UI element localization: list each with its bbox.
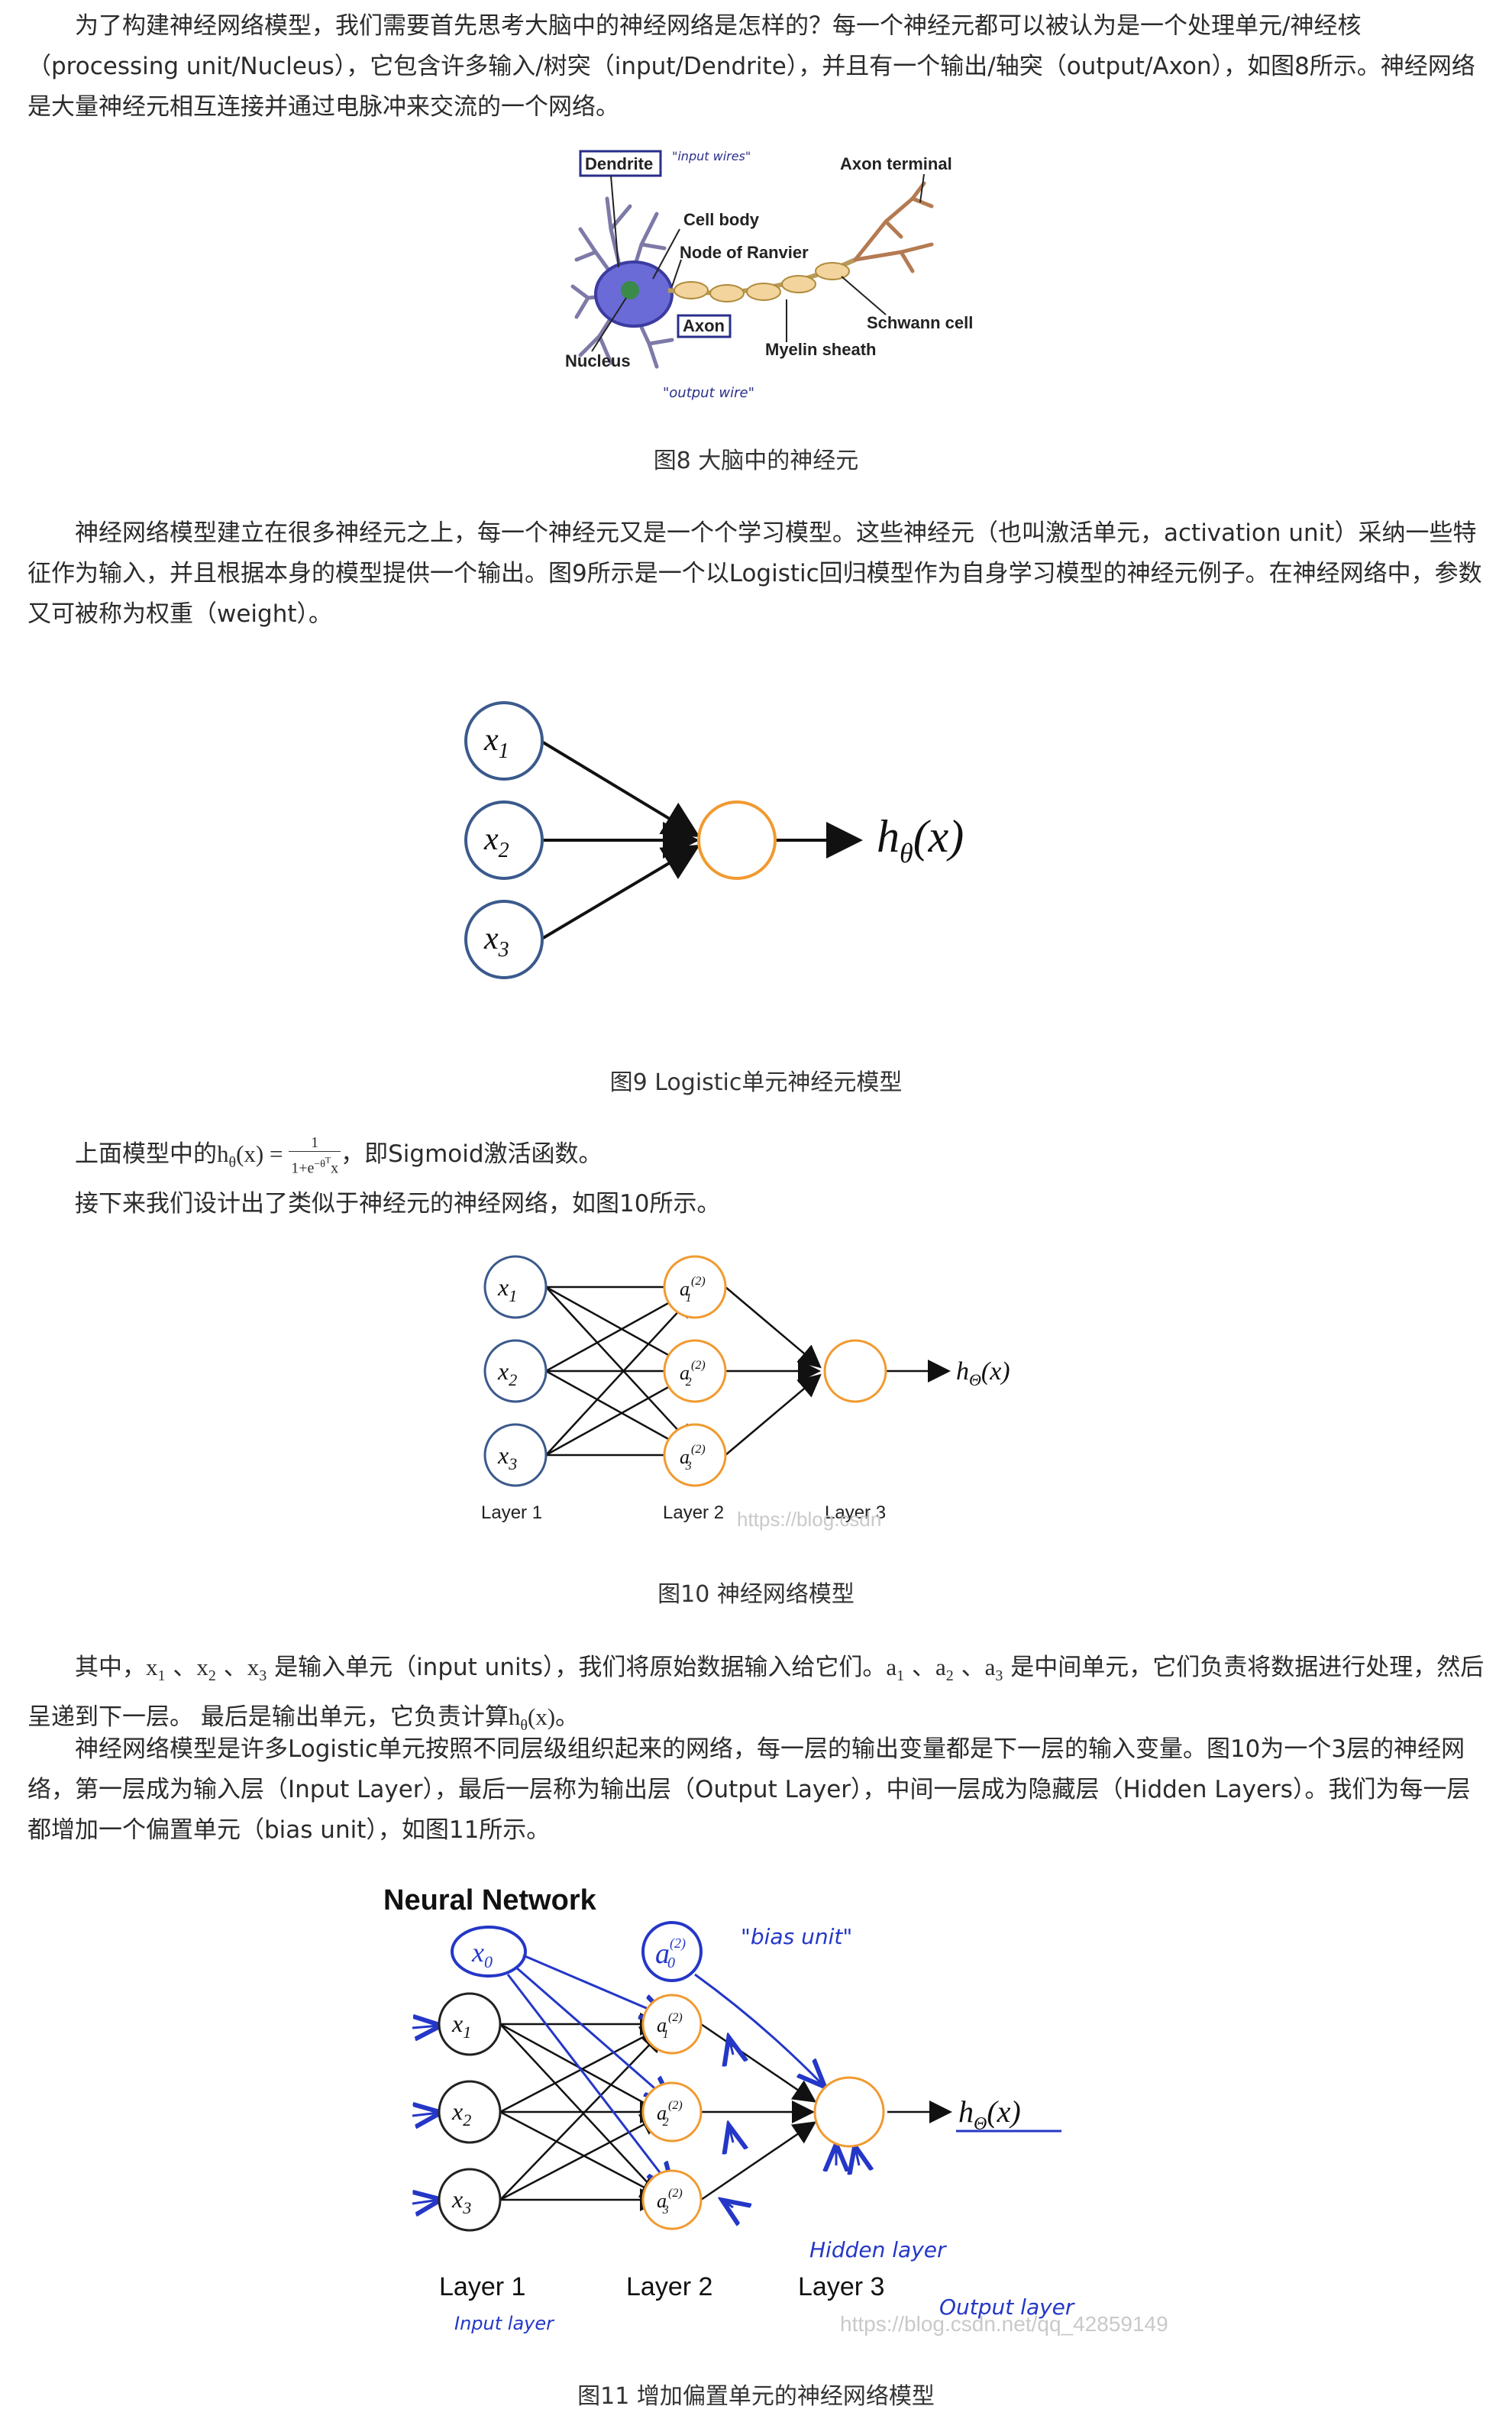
input-layer-note: Input layer [454, 2313, 555, 2334]
watermark: https://blog.csdn.net/qq_42859149 [840, 2312, 1168, 2336]
label-axon: Axon [683, 316, 725, 335]
bias-node-a0 [641, 1921, 703, 1982]
label-myelin-sheath: Myelin sheath [765, 340, 876, 359]
output-label: hΘ(x) [956, 1357, 1010, 1389]
figure-10-network: x1 x2 x3 a (2) 1 a (2) 2 a (2) 3 hΘ(x) Layer 1… [473, 1237, 1054, 1543]
l2-node-2 [641, 2081, 703, 2142]
label-nucleus: Nucleus [565, 351, 631, 370]
label-cell-body: Cell body [683, 210, 760, 229]
paragraph-intro: 为了构建神经网络模型，我们需要首先思考大脑中的神经网络是怎样的？每一个神经元都可… [27, 12, 1475, 121]
output-label: hθ(x) [877, 811, 964, 868]
figure-8-neuron: Dendrite "input wires" Axon terminal Cel… [565, 137, 993, 412]
paragraph-layers: 神经网络模型是许多Logistic单元按照不同层级组织起来的网络，每一层的输出变… [27, 1735, 1471, 1844]
hypothesis-formula: hθ(x) = [217, 1140, 289, 1172]
bias-label-a0: a(2) 0 [655, 1936, 686, 1971]
figure-9-caption: 图9 Logistic单元神经元模型 [609, 1069, 903, 1096]
bias-label-x0: x0 [471, 1937, 493, 1971]
layer-2-label: Layer 2 [663, 1502, 724, 1523]
nucleus-shape [621, 281, 639, 299]
label-axon-terminal: Axon terminal [840, 154, 952, 173]
label-schwann-cell: Schwann cell [867, 313, 973, 332]
layer-1-label: Layer 1 [439, 2272, 525, 2301]
bias-unit-note: "bias unit" [741, 1924, 852, 1949]
watermark: https://blog.csdn [737, 1508, 881, 1531]
figure-11-network-bias: Neural Network x0 a(2) 0 "bias unit" x1 … [383, 1884, 1168, 2336]
figure-8-caption: 图8 大脑中的神经元 [653, 448, 859, 474]
label-output-wire: "output wire" [663, 385, 754, 401]
label-input-wires: "input wires" [672, 149, 751, 163]
paragraph-sigmoid: 上面模型中的hθ(x) = 1 1+e−θTx ，即Sigmoid激活函数。 [75, 1134, 603, 1177]
figure-11-caption: 图11 增加偏置单元的神经网络模型 [577, 2383, 935, 2410]
l3-output-node [823, 1339, 887, 1403]
label-node-of-ranvier: Node of Ranvier [680, 243, 809, 262]
article: 为了构建神经网络模型，我们需要首先思考大脑中的神经网络是怎样的？每一个神经元都可… [0, 0, 1512, 2419]
sigmoid-fraction: 1 1+e−θTx [289, 1134, 341, 1176]
l2-node-1 [641, 1994, 703, 2055]
label-dendrite: Dendrite [585, 154, 653, 173]
logistic-unit-node [697, 800, 777, 880]
hidden-layer-note: Hidden layer [809, 2237, 947, 2262]
l3-output-node [813, 2076, 885, 2148]
paragraph-network-intro: 接下来我们设计出了类似于神经元的神经网络，如图10所示。 [75, 1190, 721, 1218]
layer-2-label: Layer 2 [626, 2272, 712, 2301]
paragraph-neuron-model: 神经网络模型建立在很多神经元之上，每一个神经元又是一个个学习模型。这些神经元（也… [27, 519, 1482, 628]
l2-node-3 [641, 2169, 703, 2230]
output-label: hΘ(x) [958, 2094, 1021, 2134]
layer-3-label: Layer 3 [798, 2272, 884, 2301]
figure-10-caption: 图10 神经网络模型 [657, 1581, 855, 1608]
figure-9-logistic-unit: x1 x2 x3 hθ(x) [464, 701, 964, 979]
layer-1-label: Layer 1 [481, 1502, 542, 1523]
figure-11-title: Neural Network [383, 1884, 597, 1916]
